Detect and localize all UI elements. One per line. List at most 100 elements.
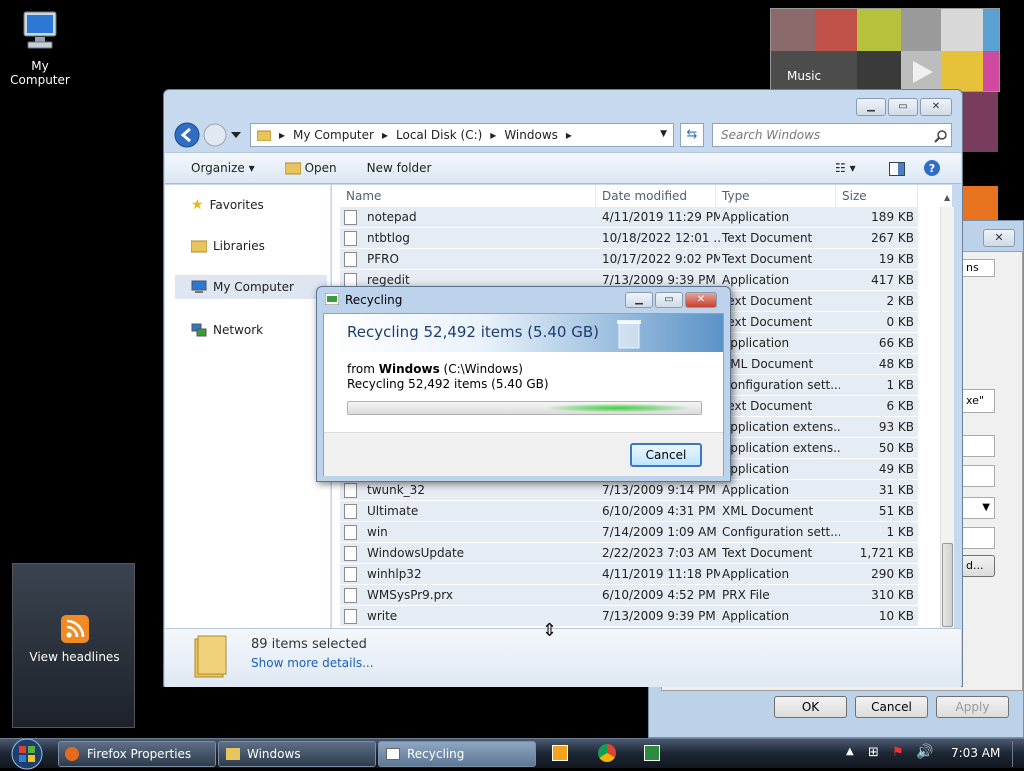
table-row[interactable]: write 7/13/2009 9:39 PM Application 10 KB [340, 606, 918, 627]
table-row[interactable]: WindowsUpdate 2/22/2023 7:03 AM Text Docum… [340, 543, 918, 564]
dialog-title: Recycling [345, 293, 403, 307]
cell-size: 290 KB [871, 567, 914, 581]
cell-size: 10 KB [878, 609, 914, 623]
properties-dropdown[interactable]: ▼ [961, 497, 995, 519]
show-more-details-link[interactable]: Show more details... [251, 656, 374, 670]
breadcrumb-separator-icon[interactable]: ▸ [490, 128, 496, 142]
show-hidden-icons-icon[interactable]: ▲ [846, 746, 854, 757]
refresh-icon[interactable]: ⇆ [680, 123, 704, 147]
cell-type: Text Document [722, 294, 813, 308]
column-header-size[interactable]: Size [836, 185, 918, 207]
scrollbar-thumb[interactable] [942, 543, 953, 627]
chrome-icon[interactable] [598, 744, 616, 762]
properties-tab[interactable]: ns [961, 259, 995, 277]
table-row[interactable]: Ultimate 6/10/2009 4:31 PM XML Document 51 … [340, 501, 918, 522]
open-label: Open [304, 161, 337, 175]
file-icon [344, 567, 357, 582]
volume-icon[interactable]: 🔊 [916, 744, 933, 760]
column-header-name[interactable]: Name [340, 185, 596, 207]
action-center-icon[interactable]: ⚑ [892, 745, 904, 760]
cell-date-modified: 2/22/2023 7:03 AM [602, 546, 717, 560]
cell-name: win [367, 525, 388, 539]
media-tile [857, 51, 901, 91]
views-icon[interactable]: ☷ ▾ [835, 161, 856, 175]
properties-close-button[interactable]: ✕ [983, 229, 1015, 247]
file-icon [344, 231, 357, 246]
close-button[interactable]: ✕ [685, 292, 717, 308]
cell-size: 50 KB [878, 441, 914, 455]
preview-pane-icon[interactable] [889, 162, 905, 176]
recent-pages-chevron-icon[interactable] [230, 130, 242, 140]
table-row[interactable]: PFRO 10/17/2022 9:02 PM Text Document 19 KB [340, 249, 918, 270]
taskbar-button-windows[interactable]: Windows [218, 741, 376, 767]
table-row[interactable]: winhlp32 4/11/2019 11:18 PM Application 290… [340, 564, 918, 585]
minimize-button[interactable]: ▁ [625, 292, 653, 308]
address-bar[interactable]: ▸ My Computer ▸ Local Disk (C:) ▸ Window… [250, 123, 674, 147]
properties-field[interactable] [961, 435, 995, 457]
organize-button[interactable]: Organize ▾ [191, 161, 255, 175]
terminal-icon[interactable] [644, 745, 660, 761]
forward-icon[interactable] [202, 123, 228, 149]
address-dropdown-icon[interactable]: ▼ [660, 129, 667, 139]
nav-item-favorites[interactable]: ★ Favorites [191, 197, 264, 213]
search-icon[interactable] [934, 129, 948, 143]
cell-date-modified: 6/10/2009 4:52 PM [602, 588, 716, 602]
media-player-icon[interactable] [552, 745, 568, 761]
cell-date-modified: 7/13/2009 9:39 PM [602, 609, 716, 623]
media-tile [857, 9, 901, 51]
taskbar-button-recycling[interactable]: Recycling [378, 741, 536, 767]
close-button[interactable]: ✕ [920, 98, 952, 116]
folder-icon [226, 748, 240, 760]
apply-button[interactable]: Apply [936, 696, 1009, 718]
properties-field[interactable] [961, 465, 995, 487]
taskbar-button-firefox-properties[interactable]: Firefox Properties [58, 741, 216, 767]
start-button-icon[interactable] [8, 737, 46, 771]
back-icon[interactable] [173, 121, 201, 149]
column-header-type[interactable]: Type [716, 185, 836, 207]
nav-item-my-computer[interactable]: My Computer [175, 275, 327, 299]
table-row[interactable]: ntbtlog 10/18/2022 12:01 ... Text Document… [340, 228, 918, 249]
breadcrumb-separator-icon[interactable]: ▸ [566, 128, 572, 142]
properties-field[interactable]: xe" [961, 389, 995, 413]
open-button[interactable]: Open [284, 161, 337, 175]
search-input[interactable]: Search Windows [712, 123, 952, 147]
nav-item-libraries[interactable]: Libraries [191, 239, 265, 253]
breadcrumb-separator-icon[interactable]: ▸ [382, 128, 388, 142]
cell-type: Application [722, 273, 790, 287]
scroll-up-icon[interactable]: ▲ [944, 193, 950, 202]
clock[interactable]: 7:03 AM [951, 746, 1000, 760]
table-row[interactable]: twunk_32 7/13/2009 9:14 PM Application 31 K… [340, 480, 918, 501]
play-icon[interactable] [911, 59, 935, 85]
table-row[interactable]: WMSysPr9.prx 6/10/2009 4:52 PM PRX File 310… [340, 585, 918, 606]
feed-headlines-gadget[interactable]: View headlines [12, 563, 135, 728]
minimize-button[interactable]: ▁ [856, 98, 886, 116]
cell-type: XML Document [722, 504, 814, 518]
cancel-button[interactable]: Cancel [630, 443, 702, 467]
properties-browse-button[interactable]: d... [961, 555, 995, 577]
maximize-button[interactable]: ▭ [655, 292, 683, 308]
ok-button[interactable]: OK [774, 696, 847, 718]
maximize-button[interactable]: ▭ [888, 98, 918, 116]
table-row[interactable]: win 7/14/2009 1:09 AM Configuration sett..… [340, 522, 918, 543]
new-folder-button[interactable]: New folder [367, 161, 432, 175]
breadcrumb-windows[interactable]: Windows [504, 128, 558, 142]
breadcrumb-separator-icon[interactable]: ▸ [279, 128, 285, 142]
table-row[interactable]: notepad 4/11/2019 11:29 PM Application 189 … [340, 207, 918, 228]
recycling-dialog: Recycling ▁ ▭ ✕ Recycling 52,492 items (… [316, 286, 731, 482]
network-icon [191, 323, 207, 337]
show-desktop-button[interactable] [1012, 741, 1022, 767]
cancel-button[interactable]: Cancel [855, 696, 928, 718]
cell-size: 48 KB [878, 357, 914, 371]
help-icon[interactable]: ? [923, 159, 941, 177]
vertical-scrollbar[interactable]: ▲ ▼ [940, 193, 954, 640]
column-header-date[interactable]: Date modified [596, 185, 716, 207]
properties-field[interactable] [961, 527, 995, 549]
breadcrumb-my-computer[interactable]: My Computer [293, 128, 374, 142]
from-folder-name[interactable]: Windows [379, 362, 440, 376]
cell-name: write [367, 609, 398, 623]
media-gadget[interactable]: Music [770, 8, 1000, 92]
nav-item-network[interactable]: Network [191, 323, 263, 337]
breadcrumb-local-disk[interactable]: Local Disk (C:) [396, 128, 482, 142]
desktop-icon-my-computer[interactable]: My Computer [2, 10, 78, 87]
network-tray-icon[interactable]: ⊞ [868, 745, 879, 760]
